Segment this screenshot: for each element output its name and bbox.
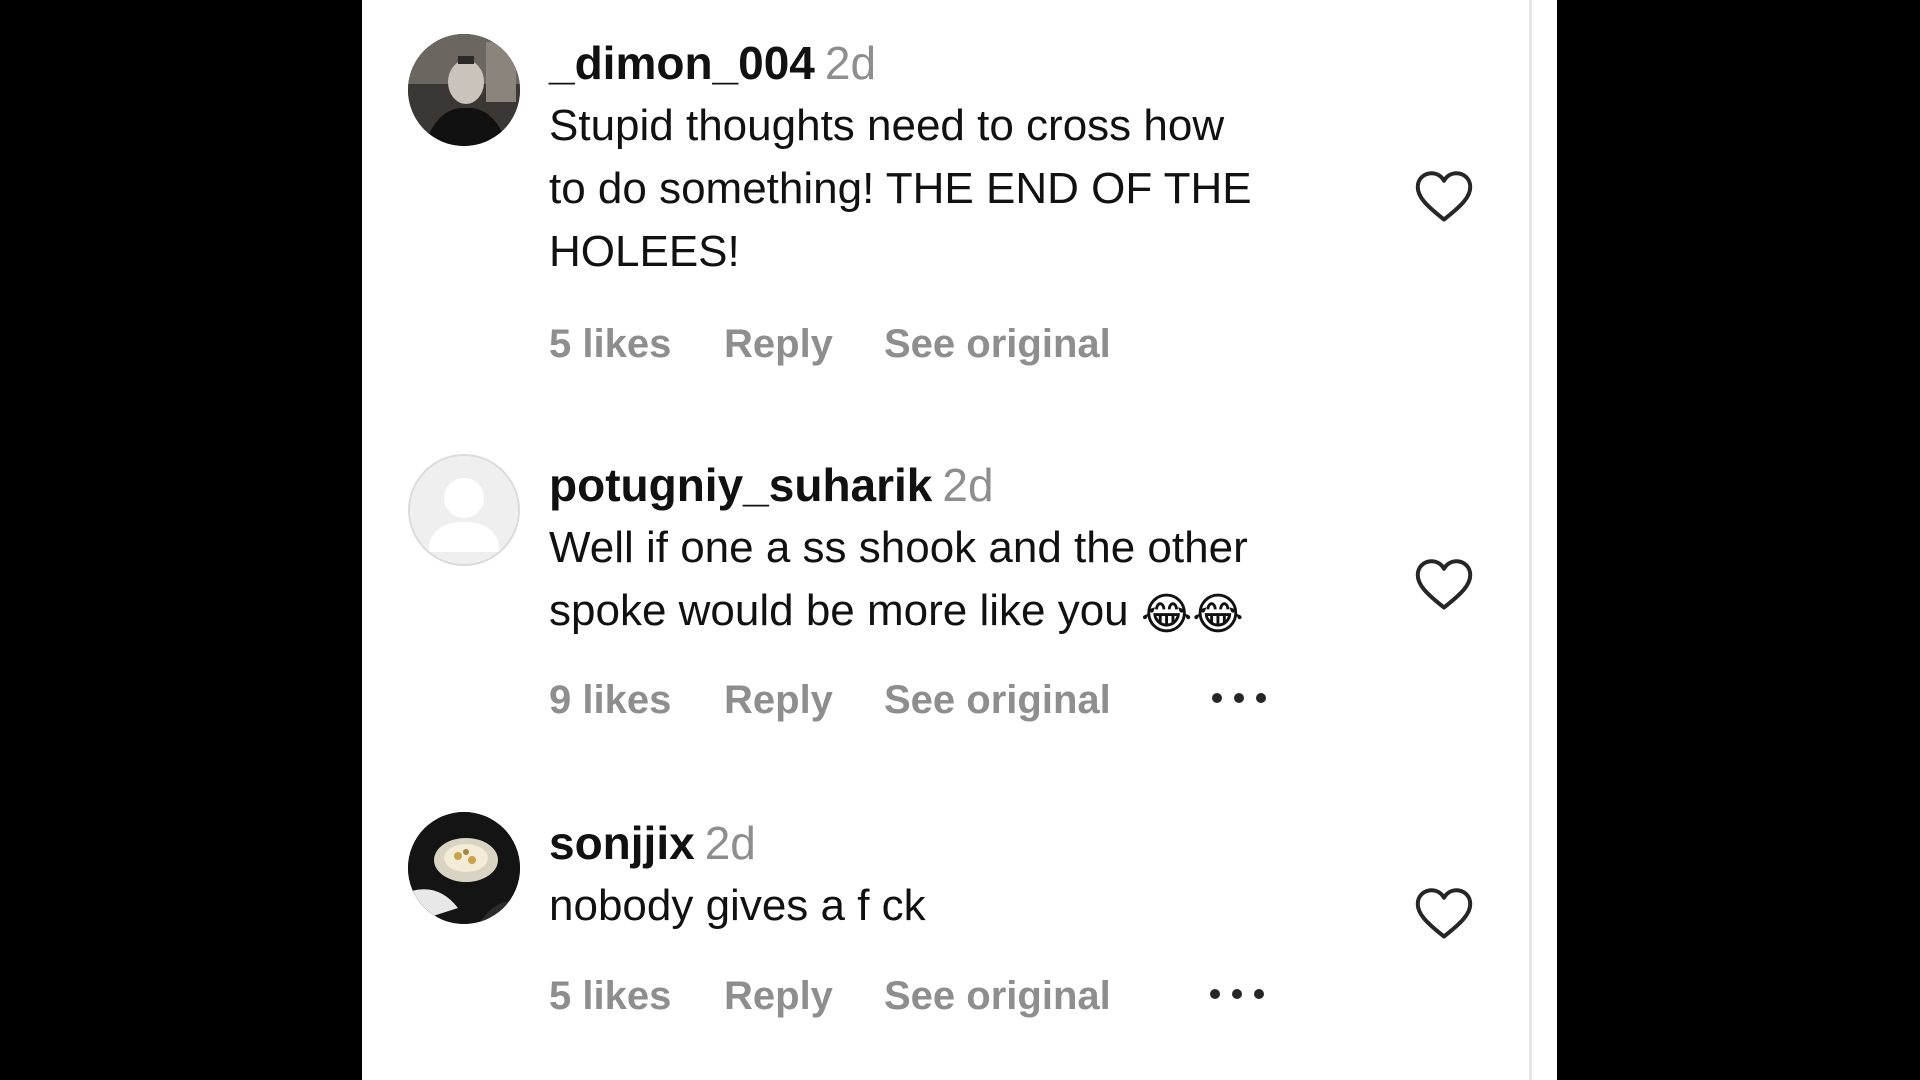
comment-text-line: Well if one a ss shook and the other (549, 523, 1248, 572)
likes-count[interactable]: 9 likes (549, 678, 671, 723)
comment-header: sonjjix 2d (549, 812, 1349, 874)
likes-count[interactable]: 5 likes (549, 974, 671, 1019)
panel-divider (1529, 0, 1532, 1080)
comment-content: potugniy_suharik 2d Well if one a ss shoo… (549, 454, 1349, 646)
more-horizontal-icon[interactable] (1211, 688, 1267, 708)
likes-count[interactable]: 5 likes (549, 322, 671, 367)
user-avatar[interactable] (408, 454, 520, 566)
see-original-button[interactable]: See original (884, 974, 1111, 1019)
comment-text-line: to do something! THE END OF THE (549, 164, 1252, 213)
reply-button[interactable]: Reply (724, 678, 833, 723)
heart-outline-icon[interactable] (1414, 169, 1474, 225)
see-original-button[interactable]: See original (884, 678, 1111, 723)
comment-text-fragment: spoke would be more like you (549, 586, 1129, 635)
comments-panel: _dimon_004 2d Stupid thoughts need to cro… (362, 0, 1557, 1080)
user-avatar[interactable] (408, 34, 520, 146)
comment-content: sonjjix 2d nobody gives a f ck (549, 812, 1349, 937)
comment-header: potugniy_suharik 2d (549, 454, 1349, 516)
heart-outline-icon[interactable] (1414, 886, 1474, 942)
comment-content: _dimon_004 2d Stupid thoughts need to cro… (549, 32, 1349, 283)
more-horizontal-icon[interactable] (1209, 984, 1265, 1004)
comment-text-line: Stupid thoughts need to cross how (549, 101, 1225, 150)
comment-text-line: spoke would be more like you 😂😂 (549, 579, 1349, 646)
comment-time: 2d (824, 37, 877, 89)
heart-outline-icon[interactable] (1414, 557, 1474, 613)
reply-button[interactable]: Reply (724, 322, 833, 367)
comment-username[interactable]: sonjjix (549, 817, 695, 869)
comment-header: _dimon_004 2d (549, 32, 1349, 94)
default-user-icon (410, 456, 518, 564)
comment-time: 2d (704, 817, 756, 869)
comment-text-line: nobody gives a f ck (549, 881, 926, 930)
user-avatar[interactable] (408, 812, 520, 924)
reply-button[interactable]: Reply (724, 974, 833, 1019)
comment-username[interactable]: potugniy_suharik (549, 459, 932, 511)
laughing-emoji: 😂😂 (1140, 590, 1244, 639)
see-original-button[interactable]: See original (884, 322, 1111, 367)
avatar-photo (408, 34, 520, 146)
comment-time: 2d (942, 459, 994, 511)
comment-text-line: HOLEES! (549, 227, 740, 276)
avatar-photo (408, 812, 520, 924)
comment-username[interactable]: _dimon_004 (549, 37, 815, 89)
